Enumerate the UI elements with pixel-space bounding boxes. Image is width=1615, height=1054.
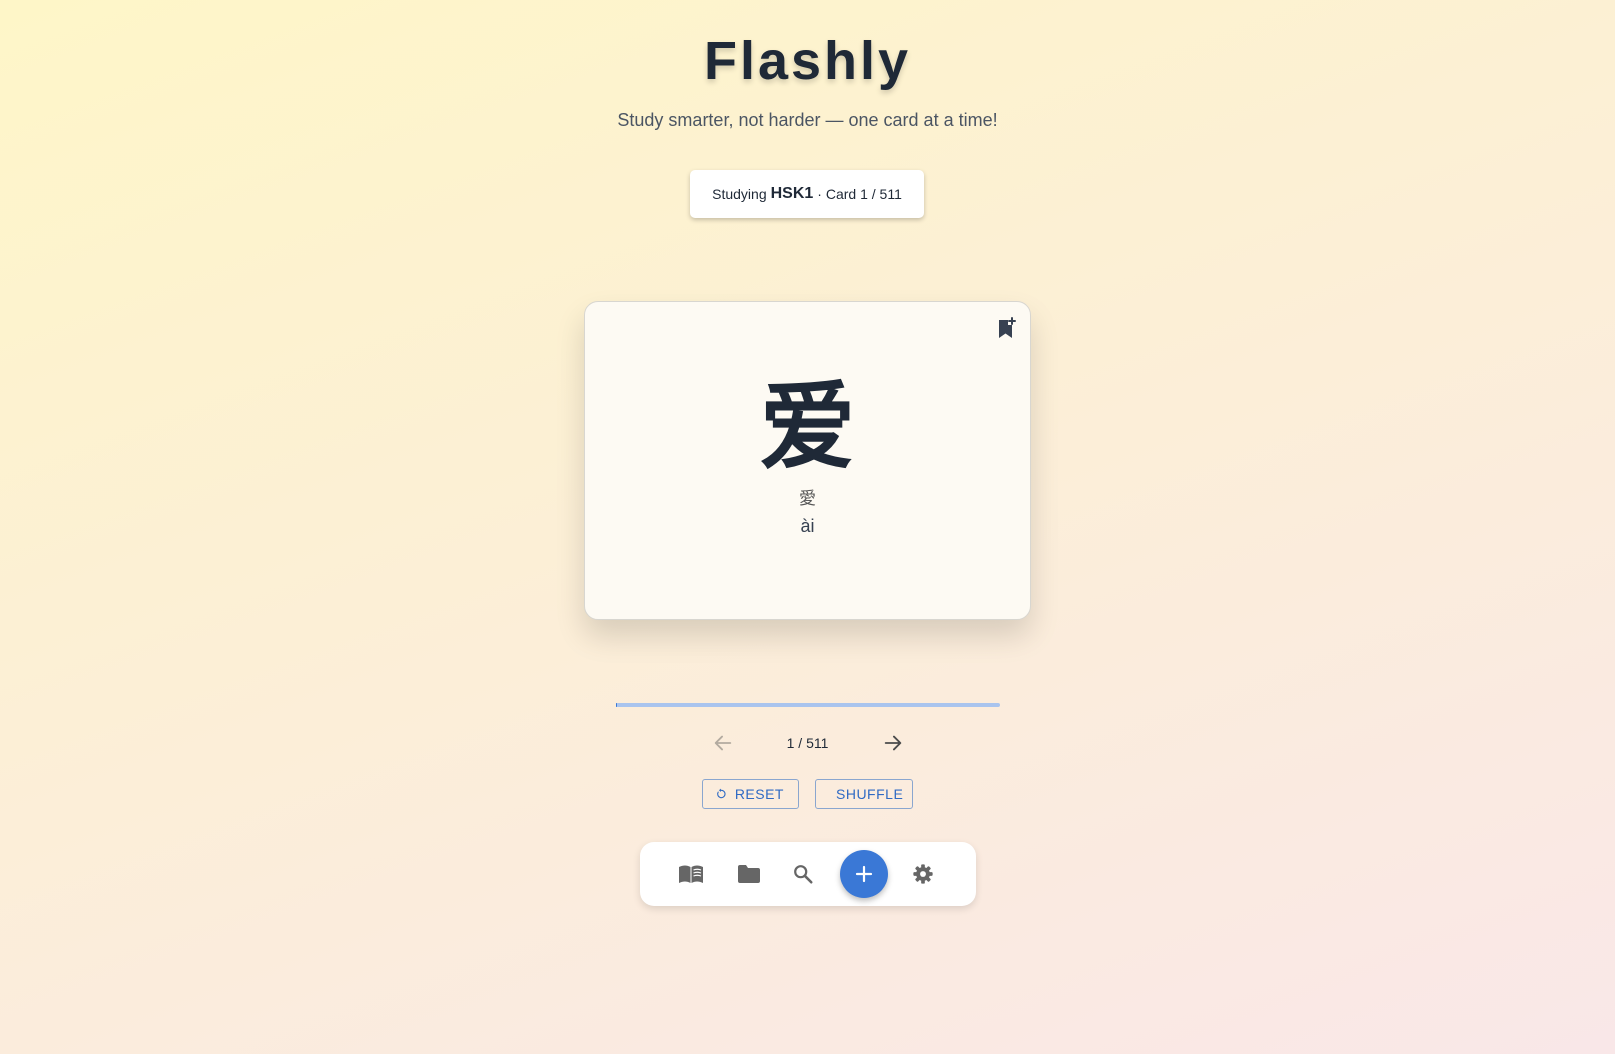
card-actions: RESET SHUFFLE	[702, 779, 913, 809]
pager-count: 1 / 511	[786, 735, 829, 751]
search-icon[interactable]	[790, 862, 816, 886]
progress-bar	[616, 703, 1000, 707]
add-button[interactable]	[840, 850, 888, 898]
folder-icon[interactable]	[736, 862, 762, 886]
app-subtitle: Study smarter, not harder — one card at …	[617, 110, 998, 130]
deck-status: Studying HSK1 · Card 1 / 511	[690, 170, 924, 218]
reset-label: RESET	[734, 786, 784, 802]
pager: 1 / 511	[0, 728, 1615, 758]
flashcard[interactable]: 爱 愛 ài	[584, 301, 1031, 620]
shuffle-label: SHUFFLE	[836, 786, 904, 802]
arrow-right-icon[interactable]	[878, 728, 908, 758]
bottom-nav	[640, 842, 976, 906]
deck-name: HSK1	[770, 185, 814, 202]
settings-icon[interactable]	[910, 862, 936, 886]
reset-button[interactable]: RESET	[702, 779, 799, 809]
card-hanzi: 爱	[759, 374, 856, 481]
add-icon	[855, 865, 873, 883]
bookmark-add-icon[interactable]	[994, 316, 1018, 340]
progress-fill	[616, 703, 617, 707]
shuffle-button[interactable]: SHUFFLE	[815, 779, 913, 809]
book-icon[interactable]	[678, 862, 704, 886]
card-traditional: 愛	[799, 489, 816, 508]
arrow-left-icon[interactable]	[708, 728, 738, 758]
reset-icon	[717, 788, 726, 799]
deck-card-label: · Card 1 / 511	[817, 186, 902, 202]
app-title: Flashly	[703, 31, 912, 91]
card-pinyin: ài	[800, 516, 815, 536]
deck-status-prefix: Studying	[712, 186, 767, 202]
